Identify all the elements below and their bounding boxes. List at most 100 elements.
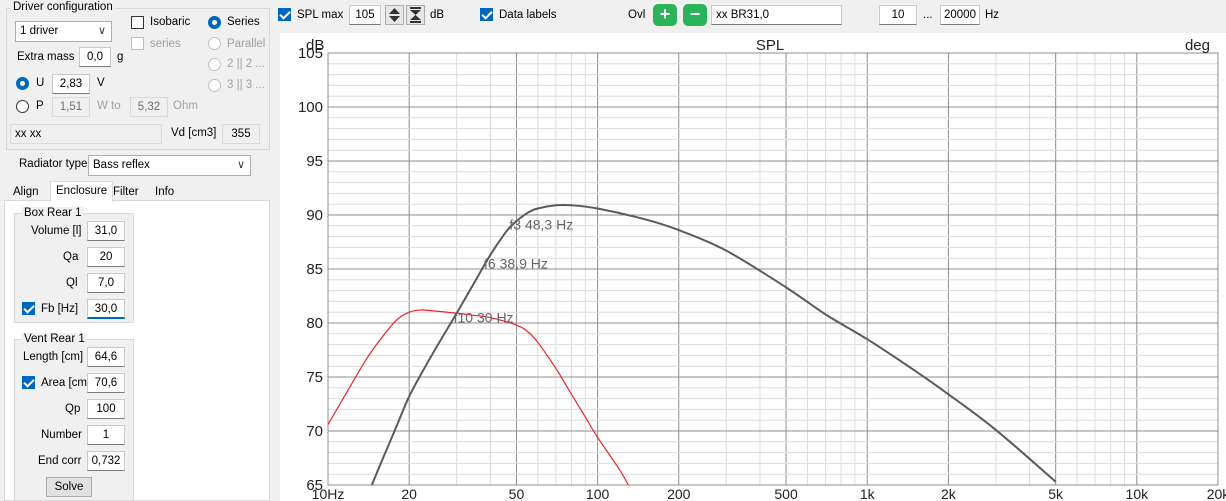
w-to-label: W to <box>97 100 121 112</box>
remove-overlay-button[interactable]: − <box>683 4 707 26</box>
end-corr-label: End corr <box>38 455 82 467</box>
data-label: f3 48,3 Hz <box>509 217 573 233</box>
qp-field[interactable]: 100 <box>87 399 125 419</box>
extra-mass-field[interactable]: 0,0 <box>79 47 111 67</box>
x-tick-label: 20k <box>1207 486 1226 501</box>
qp-label: Qp <box>65 403 81 415</box>
u-label: U <box>36 77 45 89</box>
freq-min-field[interactable]: 10 <box>879 5 917 25</box>
data-label: f10 30 Hz <box>454 310 514 326</box>
p-power-field[interactable]: 1,51 <box>52 97 90 117</box>
p2-radio[interactable] <box>208 58 221 71</box>
spl-max-field[interactable]: 105 <box>349 5 381 25</box>
spl-fit-button[interactable] <box>406 5 425 25</box>
fb-checkbox[interactable] <box>22 302 35 315</box>
length-field[interactable]: 64,6 <box>87 347 125 367</box>
x-tick-label: 10Hz <box>312 486 345 501</box>
parallel-label: Parallel <box>227 38 266 50</box>
minus-icon: − <box>689 4 701 24</box>
fb-field[interactable]: 30,0 <box>87 299 125 319</box>
y2-axis-label: deg <box>1185 37 1210 54</box>
hz-unit-label: Hz <box>985 9 1000 21</box>
settings-panel: Driver configuration 1 driver ∨ Isobaric… <box>0 0 272 501</box>
y-tick-label: 95 <box>306 153 323 170</box>
parallel-radio[interactable] <box>208 37 221 50</box>
tab-info[interactable]: Info <box>150 183 179 202</box>
ohm-label: Ohm <box>173 100 198 112</box>
radiator-type-label: Radiator type <box>19 158 88 170</box>
ql-field[interactable]: 7,0 <box>87 273 125 293</box>
isobaric-checkbox[interactable] <box>131 16 144 29</box>
vd-label: Vd [cm3] <box>171 127 217 139</box>
p3-radio[interactable] <box>208 79 221 92</box>
chart-toolbar: SPL max 105 dB Data labels Ovl + − xx BR… <box>272 0 1226 32</box>
ql-label: Ql <box>66 277 78 289</box>
u-voltage-field[interactable]: 2,83 <box>52 74 90 94</box>
driver-count-select[interactable]: 1 driver ∨ <box>15 21 112 42</box>
tab-align[interactable]: Align <box>8 183 44 202</box>
data-labels-checkbox[interactable] <box>480 8 493 21</box>
add-overlay-button[interactable]: + <box>653 4 677 26</box>
length-label: Length [cm] <box>23 351 84 363</box>
overlay-name-field[interactable]: xx BR31,0 <box>711 5 842 25</box>
y-tick-label: 85 <box>306 261 323 278</box>
x-tick-label: 200 <box>667 486 691 501</box>
ovl-label: Ovl <box>628 9 646 21</box>
y-tick-label: 70 <box>306 423 323 440</box>
chart-title: SPL <box>756 37 784 54</box>
data-labels-label: Data labels <box>499 9 557 21</box>
p-label: P <box>36 100 44 112</box>
chevron-down-icon: ∨ <box>236 159 245 171</box>
volume-field[interactable]: 31,0 <box>87 221 125 241</box>
y-tick-label: 75 <box>306 369 323 386</box>
y-tick-label: 80 <box>306 315 323 332</box>
u-radio[interactable] <box>16 77 29 90</box>
u-unit: V <box>97 77 105 89</box>
series-checkbox[interactable] <box>131 37 144 50</box>
x-tick-label: 500 <box>774 486 798 501</box>
area-checkbox[interactable] <box>22 376 35 389</box>
isobaric-label: Isobaric <box>150 16 191 28</box>
w-to-field[interactable]: 5,32 <box>130 97 168 117</box>
vd-field[interactable]: 355 <box>222 124 260 144</box>
extra-mass-label: Extra mass <box>17 51 75 63</box>
spl-max-checkbox[interactable] <box>278 8 291 21</box>
y-axis-label: dB <box>306 37 324 54</box>
volume-label: Volume [l] <box>31 225 82 237</box>
fb-label: Fb [Hz] <box>41 303 79 315</box>
end-corr-field[interactable]: 0,732 <box>87 451 125 471</box>
number-field[interactable]: 1 <box>87 425 125 445</box>
qa-field[interactable]: 20 <box>87 247 125 267</box>
plus-icon: + <box>659 4 671 24</box>
db-unit-label: dB <box>430 9 445 21</box>
driver-count-value: 1 driver <box>20 25 59 37</box>
x-tick-label: 2k <box>941 486 957 501</box>
driver-config-title: Driver configuration <box>11 1 115 13</box>
vent-rear-title: Vent Rear 1 <box>22 333 87 345</box>
extra-mass-unit: g <box>117 51 124 63</box>
series-check-label: series <box>150 38 181 50</box>
radiator-type-value: Bass reflex <box>93 159 150 171</box>
fit-vertical-icon <box>410 7 421 23</box>
y-tick-label: 100 <box>298 99 323 116</box>
series-radio[interactable] <box>208 16 221 29</box>
x-tick-label: 1k <box>860 486 876 501</box>
solve-button[interactable]: Solve <box>46 477 92 497</box>
tab-filter[interactable]: Filter <box>108 183 144 202</box>
p3-label: 3 || 3 ... <box>227 79 265 91</box>
p2-label: 2 || 2 ... <box>227 58 265 70</box>
spl-chart[interactable]: 65 70 75 80 85 90 95 100 105 10Hz 20 50 100 200 500 1k 2… <box>280 33 1226 501</box>
radiator-type-select[interactable]: Bass reflex ∨ <box>88 155 251 176</box>
area-label: Area [cm2 <box>41 377 94 389</box>
series-radio-label: Series <box>227 16 260 28</box>
tab-enclosure[interactable]: Enclosure <box>50 181 114 202</box>
spl-spin-button[interactable] <box>385 5 404 25</box>
arrow-up-icon <box>389 8 400 22</box>
p-radio[interactable] <box>16 100 29 113</box>
driver-name-field[interactable]: xx xx <box>10 124 162 144</box>
range-separator: ... <box>923 9 933 21</box>
spl-chart-svg[interactable]: 6570758085909510010510Hz 20 50 100 200 500 1k 2… <box>280 33 1226 501</box>
freq-max-field[interactable]: 20000 <box>940 5 980 25</box>
x-tick-label: 50 <box>509 486 525 501</box>
area-field[interactable]: 70,6 <box>87 373 125 393</box>
